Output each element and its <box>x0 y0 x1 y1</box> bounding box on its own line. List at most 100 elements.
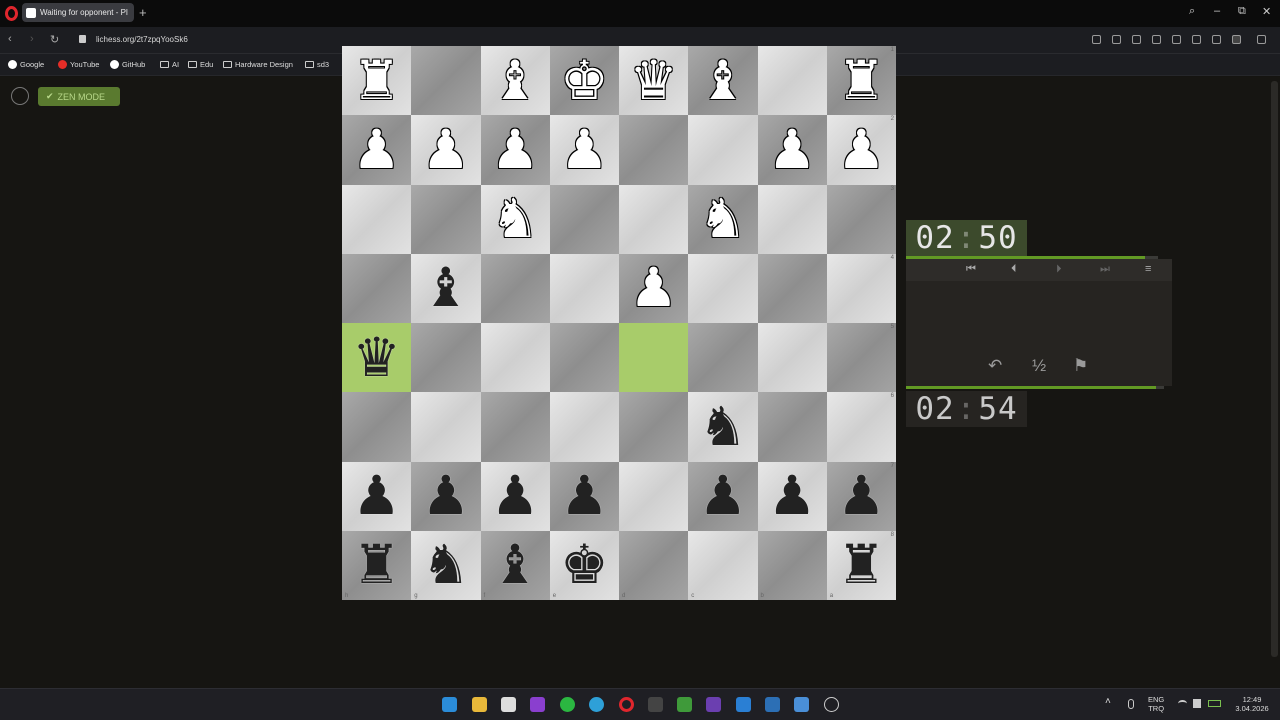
white-king-piece[interactable]: ♚ <box>560 53 608 108</box>
bookmark-github[interactable]: GitHub <box>110 60 145 69</box>
board-square[interactable]: 7 ♟ <box>826 461 896 531</box>
board-square[interactable]: ♜ <box>342 46 412 116</box>
volume-icon[interactable] <box>1193 699 1201 708</box>
white-bishop-piece[interactable]: ♝ <box>699 53 747 108</box>
vscode-icon[interactable] <box>736 697 751 712</box>
board-square[interactable]: ♟ <box>342 461 412 531</box>
board-square[interactable]: ♛ <box>342 323 412 393</box>
black-pawn-piece[interactable]: ♟ <box>491 469 539 523</box>
board-square[interactable] <box>619 392 689 462</box>
board-square[interactable] <box>757 323 827 393</box>
language-indicator[interactable]: ENG TRQ <box>1148 695 1164 713</box>
last-move-button[interactable]: ⏭ <box>1100 263 1110 276</box>
board-square[interactable]: ♞ <box>688 184 758 254</box>
restore-button[interactable]: ⧉ <box>1238 5 1246 18</box>
menu-icon[interactable] <box>1212 35 1221 44</box>
board-square[interactable] <box>411 184 481 254</box>
white-pawn-piece[interactable]: ♟ <box>491 122 539 177</box>
white-pawn-piece[interactable]: ♟ <box>560 122 608 177</box>
edit-icon[interactable] <box>1092 35 1101 44</box>
board-square[interactable]: f ♝ <box>480 530 550 600</box>
board-square[interactable]: h ♜ <box>342 530 412 600</box>
browser-tab[interactable]: Waiting for opponent - Pl <box>22 3 134 22</box>
black-bishop-piece[interactable]: ♝ <box>422 261 470 315</box>
board-square[interactable]: 3 <box>826 184 896 254</box>
profile-icon[interactable] <box>1232 35 1241 44</box>
bookmark-edu[interactable]: Edu <box>188 60 213 69</box>
board-square[interactable]: ♛ <box>619 46 689 116</box>
microphone-icon[interactable] <box>1128 699 1134 709</box>
board-square[interactable]: 5 <box>826 323 896 393</box>
board-square[interactable] <box>757 46 827 116</box>
black-pawn-piece[interactable]: ♟ <box>837 469 885 523</box>
black-bishop-piece[interactable]: ♝ <box>491 538 539 592</box>
chatgpt-icon[interactable] <box>824 697 839 712</box>
white-pawn-piece[interactable]: ♟ <box>768 122 816 177</box>
board-square[interactable]: ♟ <box>342 115 412 185</box>
board-square[interactable] <box>480 392 550 462</box>
board-square[interactable]: ♚ <box>549 46 619 116</box>
heart-icon[interactable] <box>1172 35 1181 44</box>
board-square[interactable] <box>411 323 481 393</box>
bookmark-youtube[interactable]: YouTube <box>58 60 99 69</box>
board-square[interactable]: ♟ <box>757 115 827 185</box>
board-square[interactable]: 8 a ♜ <box>826 530 896 600</box>
minimize-button[interactable]: – <box>1214 5 1220 17</box>
page-scrollbar[interactable] <box>1271 81 1278 657</box>
white-bishop-piece[interactable]: ♝ <box>491 53 539 108</box>
next-move-button[interactable]: ⏵ <box>1056 263 1062 276</box>
whatsapp-icon[interactable] <box>560 697 575 712</box>
black-knight-piece[interactable]: ♞ <box>422 538 470 592</box>
tray-overflow-icon[interactable]: ˄ <box>1105 697 1111 707</box>
takeback-button[interactable]: ↶ <box>988 356 1002 376</box>
board-square[interactable] <box>549 392 619 462</box>
black-king-piece[interactable]: ♚ <box>560 538 608 592</box>
board-square[interactable]: ♟ <box>411 115 481 185</box>
white-rook-piece[interactable]: ♜ <box>837 53 885 108</box>
board-square[interactable] <box>411 392 481 462</box>
url-field[interactable]: lichess.org/2t7zpqYooSk6 <box>96 35 188 44</box>
board-square[interactable]: ♟ <box>619 253 689 323</box>
camera-icon[interactable] <box>1112 35 1121 44</box>
instagram-icon[interactable] <box>530 697 545 712</box>
board-square[interactable]: b <box>757 530 827 600</box>
board-square[interactable]: 6 <box>826 392 896 462</box>
board-square[interactable]: ♟ <box>757 461 827 531</box>
store-icon[interactable] <box>501 697 516 712</box>
game-menu-button[interactable]: ≡ <box>1145 263 1151 275</box>
search-tabs-icon[interactable]: ⌕ <box>1189 5 1195 18</box>
board-square[interactable] <box>342 184 412 254</box>
board-square[interactable] <box>480 323 550 393</box>
board-square[interactable] <box>619 461 689 531</box>
shield-icon[interactable] <box>1132 35 1141 44</box>
white-rook-piece[interactable]: ♜ <box>352 53 400 108</box>
black-knight-piece[interactable]: ♞ <box>699 399 747 454</box>
white-queen-piece[interactable]: ♛ <box>629 53 677 108</box>
mx-icon[interactable] <box>765 697 780 712</box>
forward-button[interactable]: › <box>30 33 34 45</box>
board-square[interactable]: 2 ♟ <box>826 115 896 185</box>
board-square[interactable]: d <box>619 530 689 600</box>
resign-flag-button[interactable]: ⚑ <box>1073 356 1088 376</box>
zen-mode-button[interactable]: ✔ ZEN MODE <box>38 87 120 106</box>
bookmark-google[interactable]: Google <box>8 60 44 69</box>
lock-icon[interactable] <box>79 35 86 43</box>
download-icon[interactable] <box>1192 35 1201 44</box>
white-pawn-piece[interactable]: ♟ <box>422 122 470 177</box>
offer-draw-button[interactable]: ½ <box>1032 356 1046 376</box>
white-pawn-piece[interactable]: ♟ <box>629 261 677 315</box>
start-menu-icon[interactable] <box>442 697 457 712</box>
board-square[interactable] <box>688 323 758 393</box>
board-square[interactable]: g ♞ <box>411 530 481 600</box>
board-square[interactable]: 4 <box>826 253 896 323</box>
board-square[interactable]: ♟ <box>480 115 550 185</box>
board-square[interactable]: ♞ <box>480 184 550 254</box>
board-square[interactable] <box>757 253 827 323</box>
prev-move-button[interactable]: ⏴ <box>1011 263 1017 276</box>
ide-icon[interactable] <box>794 697 809 712</box>
clock-date[interactable]: 12:49 3.04.2026 <box>1231 695 1273 713</box>
board-square[interactable] <box>619 184 689 254</box>
file-explorer-icon[interactable] <box>472 697 487 712</box>
board-square[interactable] <box>342 253 412 323</box>
opera-logo-icon[interactable] <box>5 6 18 21</box>
